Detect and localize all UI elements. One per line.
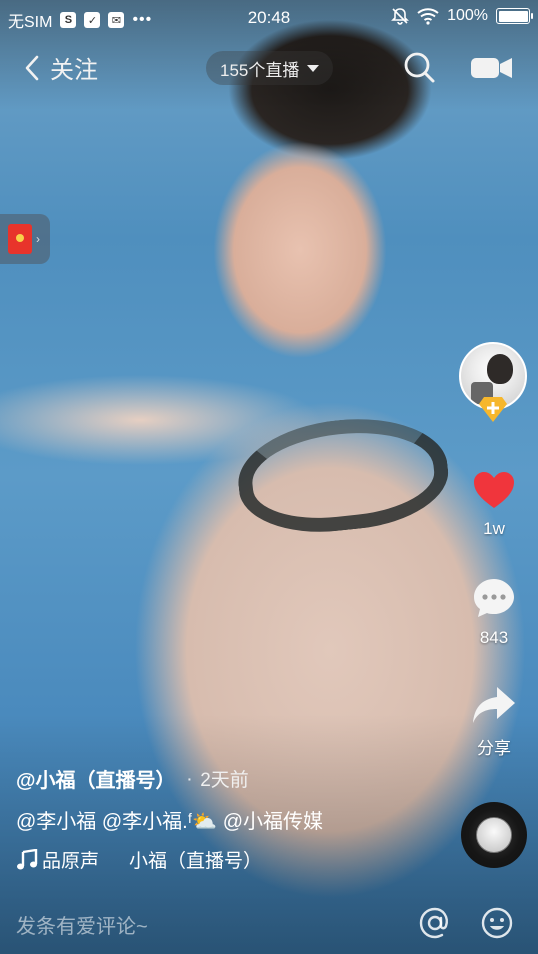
separator-dot: · [187, 770, 193, 787]
author-name[interactable]: @小福（直播号） [16, 764, 176, 793]
comment-bar: 发条有爱评论~ [0, 892, 538, 954]
post-info: @小福（直播号） · 2天前 @李小福 @李小福.ᶠ⛅ @小福传媒 品原声 小福… [16, 764, 446, 873]
share-button[interactable]: 分享 [470, 685, 518, 759]
comment-button[interactable]: 843 [470, 577, 518, 648]
battery-icon [496, 8, 533, 24]
wifi-icon [417, 8, 439, 25]
mute-bell-icon [391, 8, 410, 25]
back-button[interactable]: 关注 [24, 50, 98, 85]
top-nav: 关注 155个直播 [0, 46, 538, 92]
status-right: 100% [391, 7, 533, 25]
live-count-label: 155个直播 [220, 60, 300, 80]
red-packet-tab[interactable]: › [0, 214, 50, 264]
post-caption[interactable]: @李小福 @李小福.ᶠ⛅ @小福传媒 [16, 805, 446, 834]
share-icon [473, 687, 515, 723]
at-icon[interactable] [418, 906, 452, 940]
comment-input[interactable]: 发条有爱评论~ [16, 910, 148, 939]
back-label: 关注 [50, 57, 98, 84]
music-disc[interactable] [461, 802, 527, 868]
live-count-dropdown[interactable]: 155个直播 [206, 51, 334, 85]
search-icon[interactable] [402, 50, 436, 84]
back-icon [25, 55, 39, 80]
music-line[interactable]: 品原声 小福（直播号） [16, 846, 446, 873]
music-disc-cover [476, 817, 512, 853]
share-label: 分享 [477, 739, 511, 758]
battery-fill [498, 10, 528, 22]
comment-icon [474, 579, 514, 617]
music-note-icon [17, 848, 38, 869]
heart-icon [474, 472, 514, 508]
camera-icon[interactable] [470, 55, 514, 81]
chevron-right-icon: › [36, 232, 40, 246]
follow-plus-icon[interactable] [477, 394, 509, 424]
battery-percent: 100% [447, 7, 488, 24]
goggles-shape [232, 409, 454, 541]
music-artist: 小福（直播号） [129, 851, 263, 872]
like-button[interactable]: 1w [470, 470, 518, 539]
author-line: @小福（直播号） · 2天前 [16, 764, 446, 793]
red-packet-icon [8, 224, 32, 254]
chevron-down-icon [307, 64, 320, 72]
like-count: 1w [483, 519, 505, 538]
author-avatar-group[interactable] [459, 342, 529, 428]
post-time: 2天前 [200, 770, 249, 791]
comment-count: 843 [479, 628, 509, 647]
music-title: 品原声 [42, 851, 100, 872]
emoji-icon[interactable] [480, 906, 514, 940]
status-bar: 无SIM S ✓ ✉ ••• 20:48 100% [0, 0, 538, 36]
